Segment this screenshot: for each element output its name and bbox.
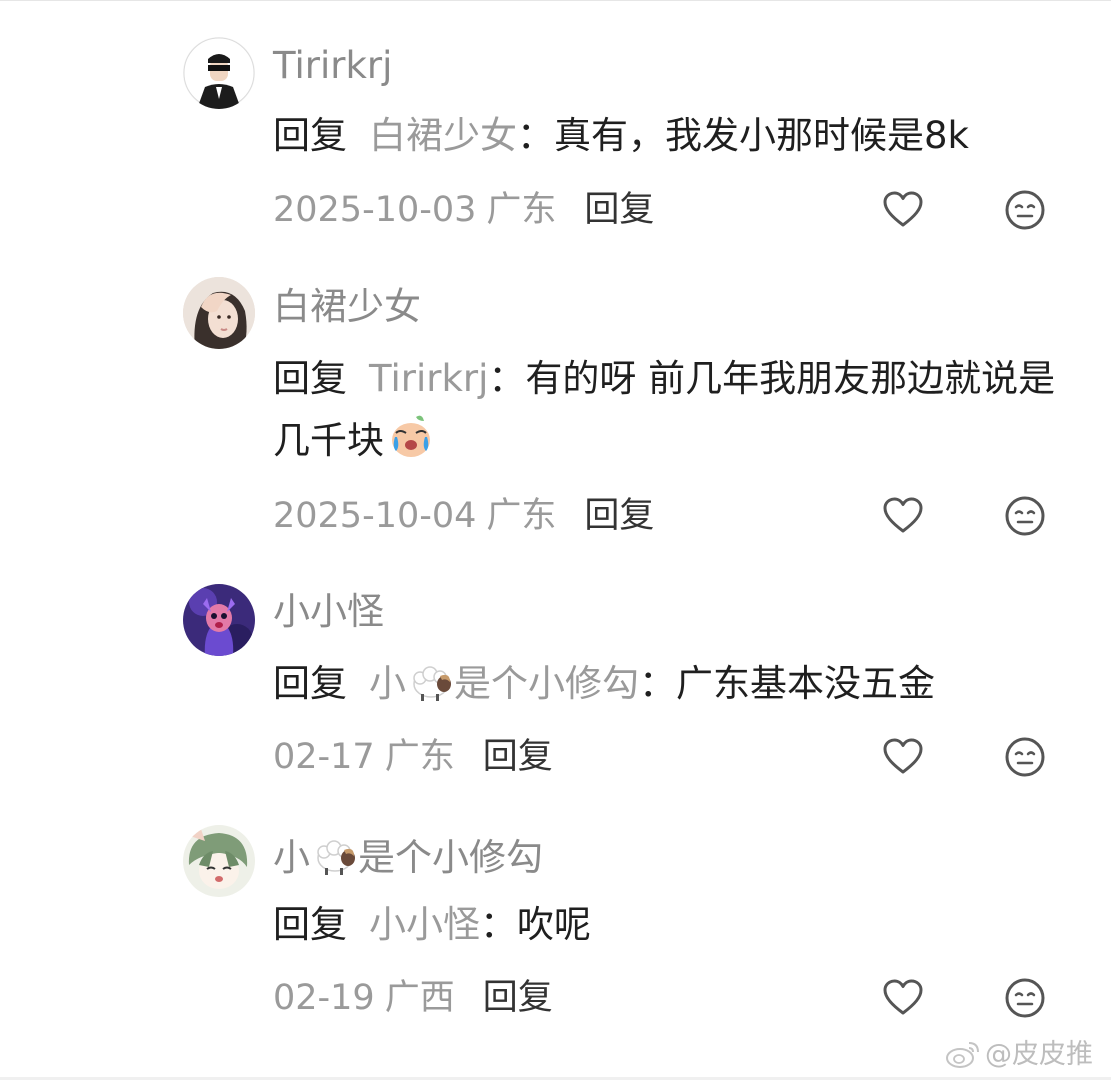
neutral-face-icon[interactable]: [1003, 494, 1047, 538]
reply-label: 回复: [273, 357, 347, 400]
reply-button[interactable]: 回复: [584, 496, 654, 536]
avatar[interactable]: [183, 277, 255, 349]
comment-text: 回复 Tirirkrj：有的呀 前几年我朋友那边就说是几千块: [273, 348, 1073, 480]
username-suffix: 是个小修勾: [358, 836, 543, 879]
comment-date: 2025-10-04: [273, 496, 477, 536]
neutral-face-icon[interactable]: [1003, 976, 1047, 1020]
neutral-face-icon[interactable]: [1003, 735, 1047, 779]
comment-text: 回复 白裙少女：真有，我发小那时候是8k: [273, 105, 1073, 167]
neutral-face-icon[interactable]: [1003, 188, 1047, 232]
comment-text: 回复 小小怪：吹呢: [273, 894, 1073, 956]
comment-location: 广东: [486, 190, 557, 230]
comment-location: 广东: [486, 496, 557, 536]
comment-date: 02-19: [273, 978, 375, 1018]
weibo-logo-icon: [946, 1042, 979, 1068]
username[interactable]: 小 是个小修勾: [273, 832, 543, 888]
reply-label: 回复: [273, 114, 347, 157]
reply-target-username[interactable]: 白裙少女: [369, 114, 517, 157]
username[interactable]: 小小怪: [273, 590, 384, 634]
username-prefix: 小: [273, 836, 310, 879]
comment-meta: 02-17 广东 回复: [273, 735, 553, 779]
heart-outline-icon[interactable]: [881, 494, 925, 538]
reply-target-username[interactable]: 小 是个小修勾: [369, 662, 639, 705]
reply-label: 回复: [273, 903, 347, 946]
colon: ：: [480, 903, 517, 946]
comment-body: 广东基本没五金: [676, 662, 935, 705]
comment-meta: 02-19 广西 回复: [273, 976, 553, 1020]
avatar[interactable]: [183, 37, 255, 109]
comment-text: 回复小 是个小修勾：广东基本没五金: [273, 653, 1073, 723]
comment-meta: 2025-10-04 广东 回复: [273, 494, 654, 538]
crying-face-emoji: [386, 411, 436, 480]
watermark-text: @皮皮推: [985, 1039, 1093, 1070]
target-name-suffix: 是个小修勾: [454, 662, 639, 705]
comment-date: 2025-10-03: [273, 190, 477, 230]
username[interactable]: 白裙少女: [273, 285, 421, 329]
username[interactable]: Tirirkrj: [273, 44, 392, 88]
reply-button[interactable]: 回复: [483, 737, 553, 777]
comment-date: 02-17: [273, 737, 375, 777]
sheep-emoji: [312, 832, 358, 888]
colon: ：: [517, 114, 554, 157]
colon: ：: [488, 357, 526, 400]
top-divider: [0, 0, 1111, 1]
comment-location: 广西: [384, 978, 455, 1018]
comment-body: 真有，我发小那时候是8k: [554, 114, 969, 157]
comment-body: 吹呢: [517, 903, 591, 946]
target-name-prefix: 小: [369, 662, 406, 705]
avatar[interactable]: [183, 825, 255, 897]
reply-target-username[interactable]: 小小怪: [369, 903, 480, 946]
reply-button[interactable]: 回复: [483, 978, 553, 1018]
reply-label: 回复: [273, 662, 347, 705]
comment-location: 广东: [384, 737, 455, 777]
reply-target-username[interactable]: Tirirkrj: [369, 357, 488, 400]
avatar[interactable]: [183, 584, 255, 656]
heart-outline-icon[interactable]: [881, 188, 925, 232]
heart-outline-icon[interactable]: [881, 976, 925, 1020]
watermark: @皮皮推: [945, 1036, 1093, 1074]
reply-button[interactable]: 回复: [584, 190, 654, 230]
comment-meta: 2025-10-03 广东 回复: [273, 188, 654, 232]
sheep-emoji: [408, 658, 454, 723]
colon: ：: [639, 662, 676, 705]
heart-outline-icon[interactable]: [881, 735, 925, 779]
